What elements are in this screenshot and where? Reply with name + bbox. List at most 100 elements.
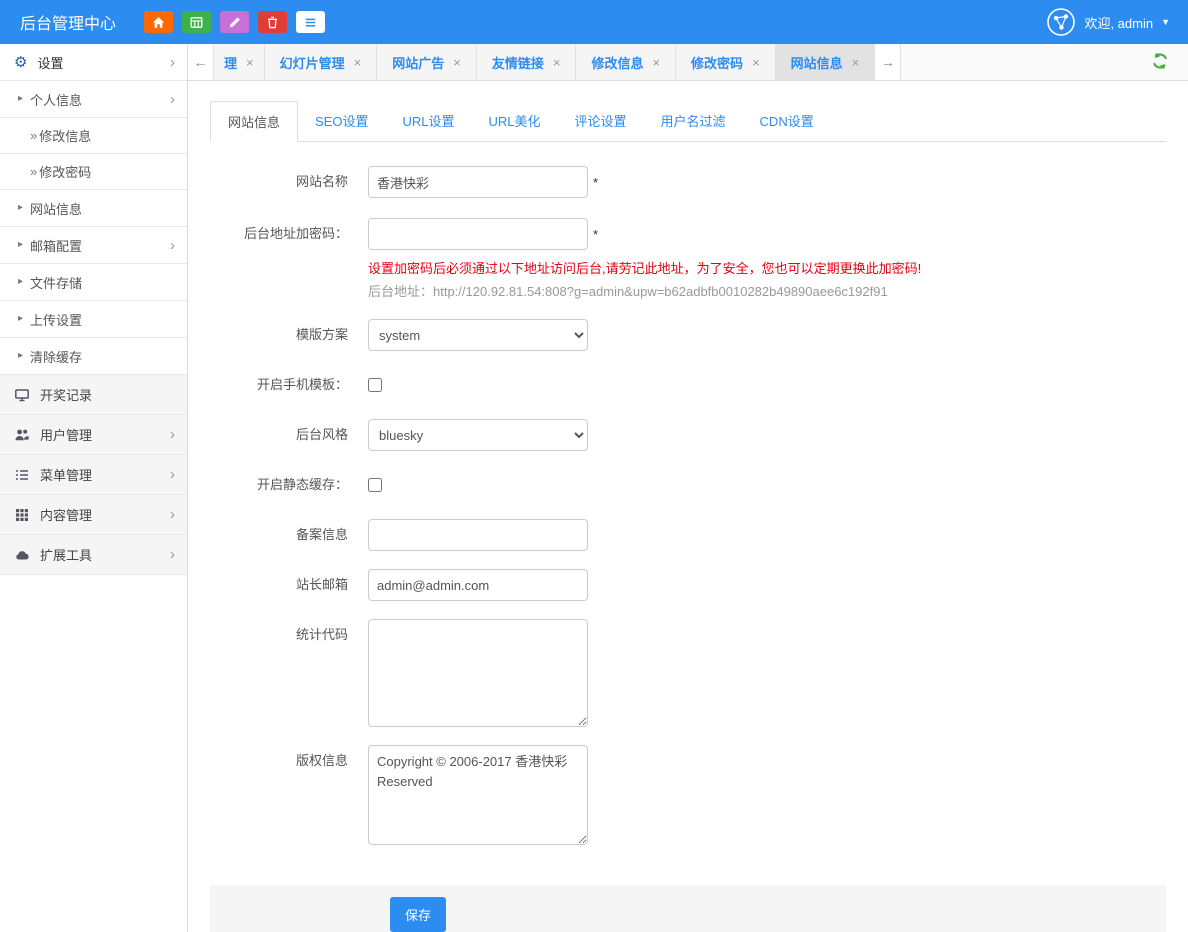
- form-row-site-name: 网站名称 *: [210, 166, 1166, 200]
- tab-edit-info[interactable]: 修改信息 ×: [576, 44, 676, 80]
- edit-button[interactable]: [220, 11, 249, 33]
- app-title: 后台管理中心: [20, 10, 116, 34]
- close-icon[interactable]: ×: [752, 55, 760, 70]
- sidebar-item-email-config[interactable]: ▸ 邮箱配置 ›: [0, 227, 187, 264]
- admin-key-label: 后台地址加密码：: [210, 218, 368, 301]
- tab-edit-password[interactable]: 修改密码 ×: [676, 44, 776, 80]
- main-column: ← 理 × 幻灯片管理 × 网站广告 × 友情链接 × 修: [188, 44, 1188, 932]
- close-icon[interactable]: ×: [453, 55, 461, 70]
- copyright-label: 版权信息: [210, 745, 368, 845]
- sidebar-item-label: 网站信息: [30, 199, 82, 218]
- sidebar-item-settings[interactable]: ⚙ 设置 ›: [0, 44, 187, 81]
- chevron-right-icon: ›: [170, 507, 175, 522]
- sidebar: ⚙ 设置 › ▸ 个人信息 › » 修改信息 » 修改密码 ▸ 网站信息: [0, 44, 188, 932]
- cloud-icon: [14, 547, 30, 563]
- form-row-template: 模版方案 system: [210, 319, 1166, 351]
- list-button[interactable]: [296, 11, 325, 33]
- icp-input[interactable]: [368, 519, 588, 551]
- chevron-right-icon: ›: [170, 467, 175, 482]
- sidebar-item-edit-password[interactable]: » 修改密码: [0, 154, 187, 190]
- chevron-right-icon: ›: [170, 427, 175, 442]
- triangle-right-icon: ▸: [18, 277, 23, 287]
- welcome-text: 欢迎, admin: [1084, 13, 1153, 32]
- static-cache-checkbox[interactable]: [368, 478, 382, 492]
- apps-button[interactable]: [182, 11, 211, 33]
- sidebar-item-label: 个人信息: [30, 90, 82, 109]
- sidebar-item-lottery-records[interactable]: 开奖记录: [0, 375, 187, 415]
- site-name-label: 网站名称: [210, 166, 368, 200]
- avatar-network-icon: [1046, 7, 1076, 37]
- caret-down-icon: ▼: [1161, 17, 1170, 27]
- sidebar-item-edit-info[interactable]: » 修改信息: [0, 118, 187, 154]
- tabs-scroll-left-button[interactable]: ←: [188, 44, 214, 80]
- home-button[interactable]: [144, 11, 173, 33]
- admin-style-select[interactable]: bluesky: [368, 419, 588, 451]
- close-icon[interactable]: ×: [852, 55, 860, 70]
- close-icon[interactable]: ×: [354, 55, 362, 70]
- site-name-input[interactable]: [368, 166, 588, 198]
- topbar: 后台管理中心: [0, 0, 1188, 44]
- open-tabs-bar: ← 理 × 幻灯片管理 × 网站广告 × 友情链接 × 修: [188, 44, 1188, 81]
- sidebar-item-user-management[interactable]: 用户管理 ›: [0, 415, 187, 455]
- refresh-button[interactable]: [1150, 44, 1188, 80]
- triangle-right-icon: ▸: [18, 351, 23, 361]
- sidebar-item-label: 菜单管理: [40, 465, 92, 484]
- stats-code-textarea[interactable]: [368, 619, 588, 727]
- sidebar-item-content-management[interactable]: 内容管理 ›: [0, 495, 187, 535]
- tab-label: 幻灯片管理: [280, 53, 345, 72]
- tab-slideshow[interactable]: 幻灯片管理 ×: [265, 44, 378, 80]
- tab-site-ads[interactable]: 网站广告 ×: [377, 44, 477, 80]
- required-mark: *: [593, 166, 598, 200]
- user-menu[interactable]: 欢迎, admin ▼: [1046, 7, 1170, 37]
- subtab-username-filter[interactable]: 用户名过滤: [644, 101, 743, 141]
- refresh-icon: [1150, 51, 1170, 74]
- sidebar-item-menu-management[interactable]: 菜单管理 ›: [0, 455, 187, 495]
- subtab-cdn-settings[interactable]: CDN设置: [743, 101, 831, 141]
- form-row-static-cache: 开启静态缓存：: [210, 469, 1166, 501]
- sidebar-item-file-storage[interactable]: ▸ 文件存储: [0, 264, 187, 301]
- close-icon[interactable]: ×: [553, 55, 561, 70]
- sidebar-item-upload-settings[interactable]: ▸ 上传设置: [0, 301, 187, 338]
- site-info-form: 网站名称 * 后台地址加密码： * 设置: [210, 142, 1166, 932]
- tab-friend-links[interactable]: 友情链接 ×: [477, 44, 577, 80]
- template-label: 模版方案: [210, 319, 368, 351]
- mobile-template-label: 开启手机模板：: [210, 369, 368, 401]
- template-select[interactable]: system: [368, 319, 588, 351]
- sidebar-item-label: 修改密码: [39, 162, 91, 181]
- form-row-icp: 备案信息: [210, 519, 1166, 551]
- subtab-site-info[interactable]: 网站信息: [210, 101, 298, 142]
- subtab-url-settings[interactable]: URL设置: [385, 101, 471, 141]
- admin-key-input[interactable]: [368, 218, 588, 250]
- webmaster-email-input[interactable]: [368, 569, 588, 601]
- subtab-comment-settings[interactable]: 评论设置: [558, 101, 644, 141]
- form-row-mobile-template: 开启手机模板：: [210, 369, 1166, 401]
- save-button[interactable]: 保存: [390, 897, 446, 932]
- pencil-icon: [227, 15, 242, 30]
- close-icon[interactable]: ×: [246, 55, 254, 70]
- sidebar-item-personal-info[interactable]: ▸ 个人信息 ›: [0, 81, 187, 118]
- sidebar-item-label: 清除缓存: [30, 347, 82, 366]
- close-icon[interactable]: ×: [652, 55, 660, 70]
- subtab-url-beautify[interactable]: URL美化: [472, 101, 558, 141]
- copyright-textarea[interactable]: Copyright © 2006-2017 香港快彩 Reserved: [368, 745, 588, 845]
- tab-site-info[interactable]: 网站信息 ×: [776, 44, 876, 80]
- sidebar-item-site-info[interactable]: ▸ 网站信息: [0, 190, 187, 227]
- subtab-seo[interactable]: SEO设置: [298, 101, 385, 141]
- tabs-scroll-right-button[interactable]: →: [875, 44, 901, 80]
- triangle-right-icon: ▸: [18, 94, 23, 104]
- sidebar-item-clear-cache[interactable]: ▸ 清除缓存: [0, 338, 187, 375]
- users-icon: [14, 427, 30, 443]
- list-icon: [303, 15, 318, 30]
- chevron-right-icon: ›: [170, 238, 175, 253]
- tab-clipped[interactable]: 理 ×: [214, 44, 265, 80]
- mobile-template-checkbox[interactable]: [368, 378, 382, 392]
- delete-button[interactable]: [258, 11, 287, 33]
- sidebar-item-label: 上传设置: [30, 310, 82, 329]
- double-angle-icon: »: [30, 128, 37, 143]
- triangle-right-icon: ▸: [18, 314, 23, 324]
- sidebar-item-extensions[interactable]: 扩展工具 ›: [0, 535, 187, 575]
- admin-key-warning: 设置加密码后必须通过以下地址访问后台,请劳记此地址，为了安全，您也可以定期更换此…: [368, 260, 921, 278]
- calendar-grid-icon: [189, 15, 204, 30]
- sidebar-item-label: 设置: [37, 53, 63, 72]
- content-panel: 网站信息 SEO设置 URL设置 URL美化 评论设置 用户名过滤 CDN设置 …: [188, 81, 1188, 932]
